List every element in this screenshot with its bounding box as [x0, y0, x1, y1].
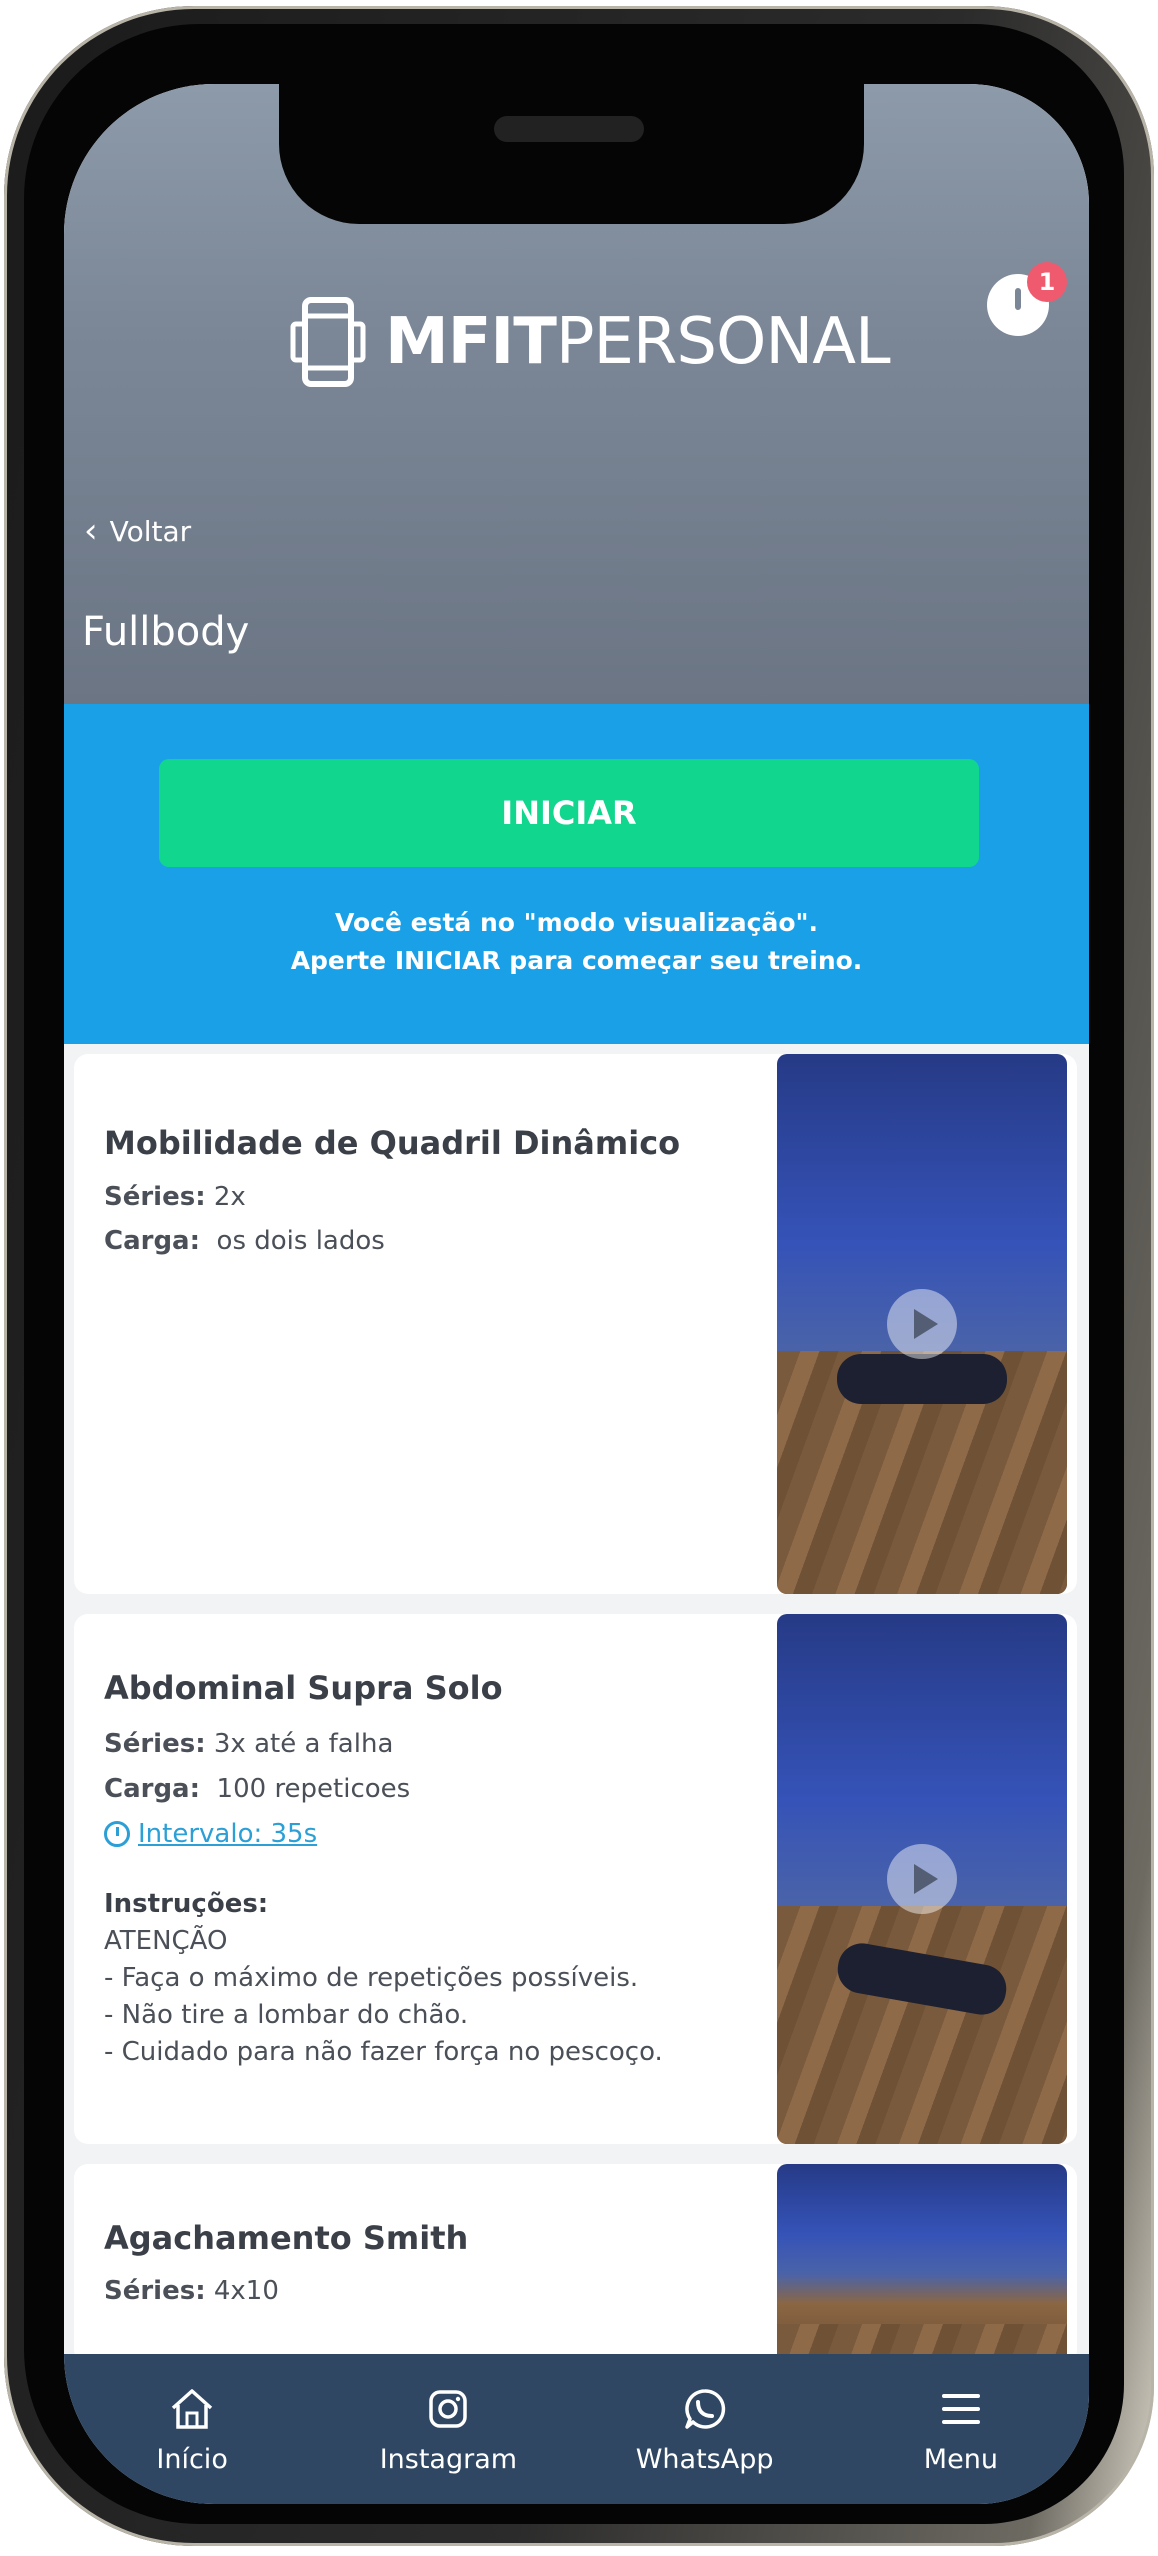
preview-message-line1: Você está no "modo visualização".	[334, 908, 819, 937]
exercise-card[interactable]: Abdominal Supra Solo Séries: 3x até a fa…	[74, 1614, 1077, 2144]
chevron-left-icon: ‹	[84, 511, 98, 551]
exercise-video-thumbnail[interactable]	[777, 1614, 1067, 2144]
athlete-figure	[837, 1354, 1007, 1404]
instruction-line: ATENÇÃO	[104, 1926, 228, 1956]
play-icon[interactable]	[887, 1844, 957, 1914]
app-screen: MFITPERSONAL 1 ‹ Voltar Fullbody INICIAR…	[64, 84, 1089, 2504]
exercise-load: Carga: os dois lados	[104, 1226, 385, 1256]
instruction-line: - Cuidado para não fazer força no pescoç…	[104, 2037, 663, 2067]
nav-home[interactable]: Início	[64, 2354, 320, 2504]
phone-notch	[279, 84, 864, 224]
notification-badge: 1	[1027, 262, 1067, 302]
nav-whatsapp-label: WhatsApp	[635, 2443, 774, 2475]
nav-home-label: Início	[156, 2443, 228, 2475]
nav-whatsapp[interactable]: WhatsApp	[577, 2354, 833, 2504]
home-icon	[171, 2388, 213, 2429]
preview-mode-message: Você está no "modo visualização". Aperte…	[64, 904, 1089, 980]
nav-instagram[interactable]: Instagram	[320, 2354, 576, 2504]
instruction-line: - Faça o máximo de repetições possíveis.	[104, 1963, 639, 1993]
logo-text: MFITPERSONAL	[385, 305, 891, 379]
exercise-series: Séries: 2x	[104, 1182, 246, 1212]
app-header: MFITPERSONAL 1 ‹ Voltar Fullbody	[64, 84, 1089, 704]
exercise-card[interactable]: Agachamento Smith Séries: 4x10	[74, 2164, 1077, 2364]
logo-icon	[290, 297, 366, 387]
exercise-name: Abdominal Supra Solo	[104, 1669, 503, 1707]
app-logo: MFITPERSONAL	[289, 294, 891, 390]
exercise-video-thumbnail[interactable]	[777, 2164, 1067, 2364]
instruction-line: - Não tire a lombar do chão.	[104, 2000, 469, 2030]
nav-menu[interactable]: Menu	[833, 2354, 1089, 2504]
interval-label: Intervalo: 35s	[138, 1819, 318, 1849]
back-link[interactable]: ‹ Voltar	[84, 514, 191, 548]
page-title: Fullbody	[82, 609, 250, 655]
phone-frame: MFITPERSONAL 1 ‹ Voltar Fullbody INICIAR…	[4, 6, 1154, 2546]
nav-instagram-label: Instagram	[379, 2443, 518, 2475]
exercise-video-thumbnail[interactable]	[777, 1054, 1067, 1594]
start-button[interactable]: INICIAR	[159, 759, 979, 867]
instructions-title: Instruções:	[104, 1889, 269, 1919]
exercise-name: Mobilidade de Quadril Dinâmico	[104, 1124, 681, 1162]
exercise-name: Agachamento Smith	[104, 2219, 469, 2257]
instagram-icon	[429, 2389, 468, 2428]
phone-bezel: MFITPERSONAL 1 ‹ Voltar Fullbody INICIAR…	[24, 24, 1124, 2524]
exercise-load: Carga: 100 repeticoes	[104, 1774, 411, 1804]
exercise-card[interactable]: Mobilidade de Quadril Dinâmico Séries: 2…	[74, 1054, 1077, 1594]
exercise-series: Séries: 3x até a falha	[104, 1729, 394, 1759]
nav-menu-label: Menu	[923, 2443, 998, 2475]
exercise-series: Séries: 4x10	[104, 2276, 279, 2306]
back-label: Voltar	[109, 514, 192, 548]
exercise-list: Mobilidade de Quadril Dinâmico Séries: 2…	[64, 1044, 1089, 2364]
speaker-grille	[494, 116, 644, 142]
hamburger-menu-icon	[941, 2393, 980, 2424]
preview-message-line2: Aperte INICIAR para começar seu treino.	[290, 946, 863, 975]
whatsapp-icon	[684, 2388, 725, 2429]
bottom-navigation: Início Instagram WhatsApp Menu	[64, 2354, 1089, 2504]
timer-icon	[104, 1821, 130, 1847]
interval-link[interactable]: Intervalo: 35s	[104, 1819, 317, 1849]
play-icon[interactable]	[887, 1289, 957, 1359]
start-panel: INICIAR Você está no "modo visualização"…	[64, 704, 1089, 1044]
